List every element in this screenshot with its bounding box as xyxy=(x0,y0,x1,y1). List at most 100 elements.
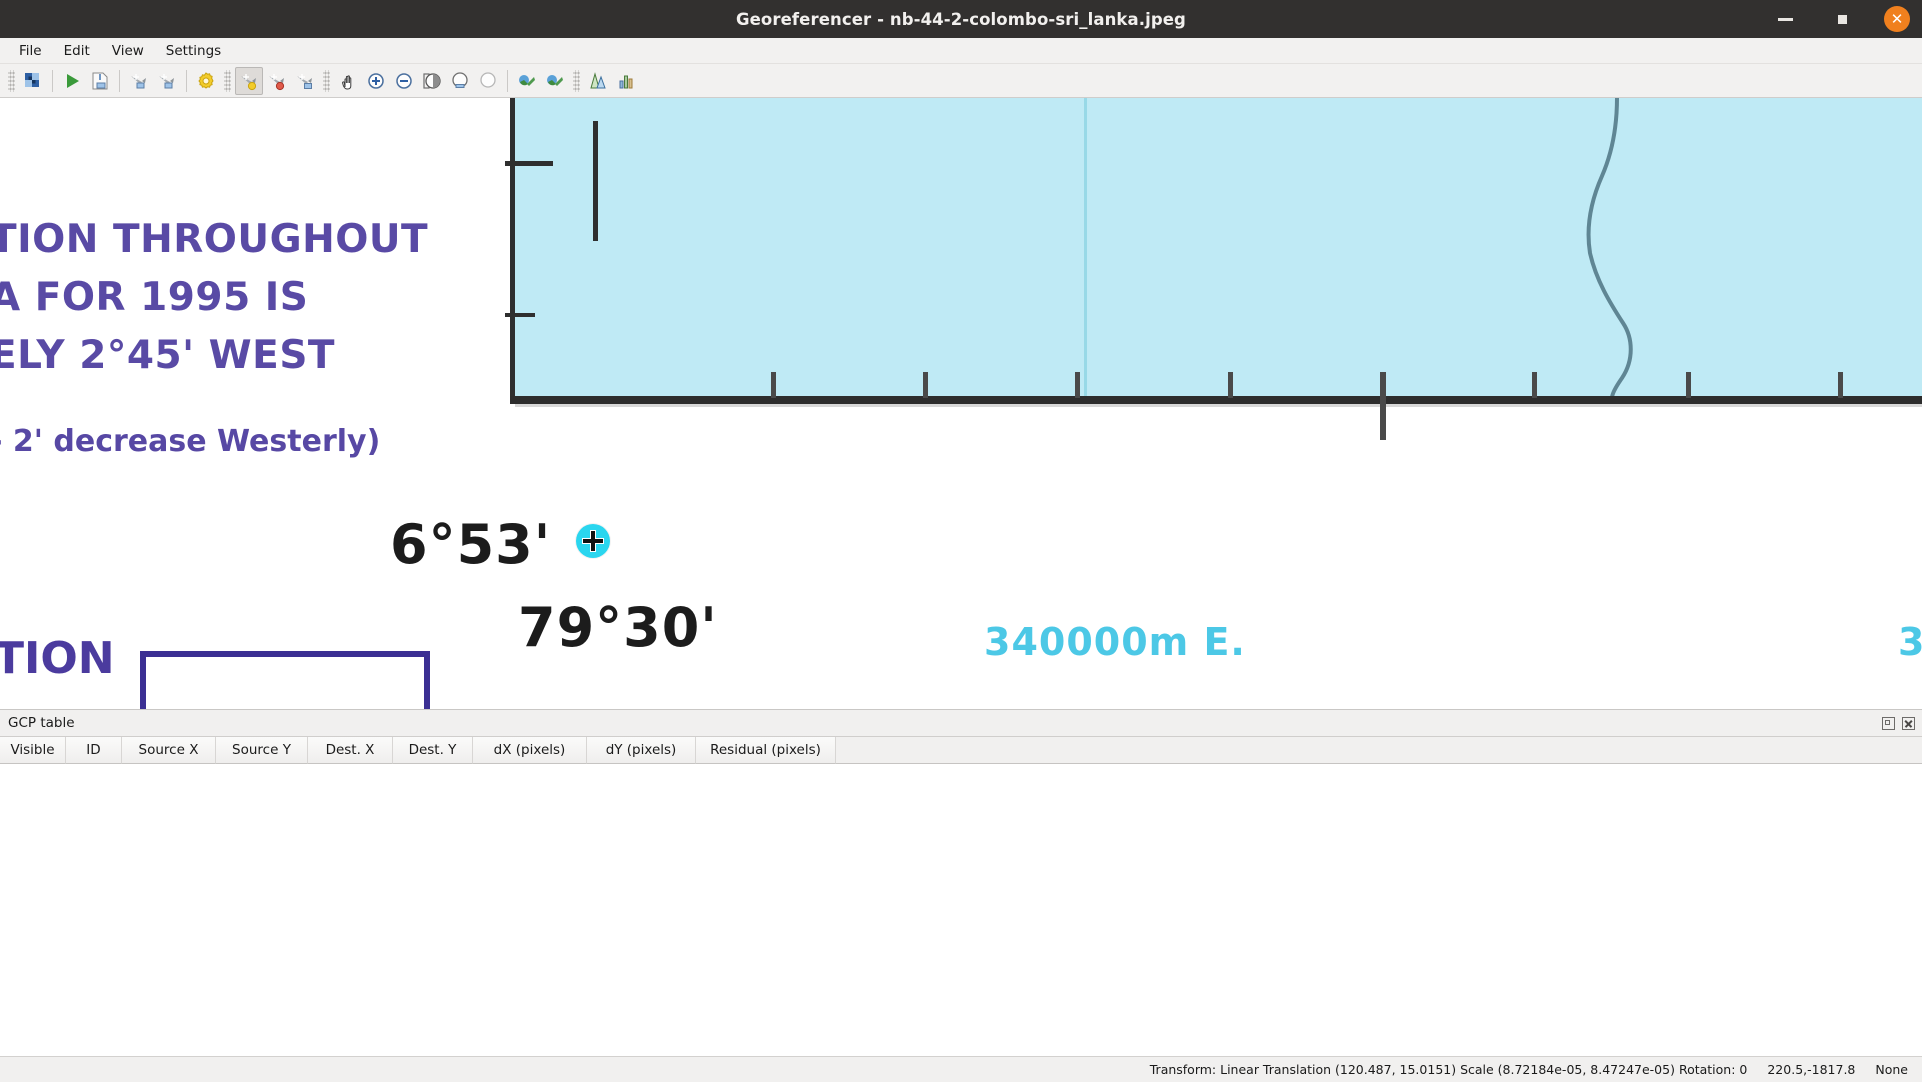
transformation-settings-icon xyxy=(196,71,216,91)
zoom-in-icon xyxy=(366,71,386,91)
pan-button[interactable] xyxy=(334,67,362,95)
link-georeferencer-to-qgis-button[interactable] xyxy=(513,67,541,95)
toolbar-grip[interactable] xyxy=(323,69,330,92)
zoom-last-icon xyxy=(450,71,470,91)
status-transform: Transform: Linear Translation (120.487, … xyxy=(1149,1062,1748,1077)
link-qgis-to-georeferencer-button[interactable] xyxy=(541,67,569,95)
zoom-in-button[interactable] xyxy=(362,67,390,95)
gcp-table-header-row: Visible ID Source X Source Y Dest. X Des… xyxy=(0,737,1922,764)
gcp-panel-header-buttons xyxy=(1882,716,1915,730)
graticule-tick-bottom-major xyxy=(1380,372,1386,440)
graticule-tick-bottom xyxy=(923,372,928,398)
caution-title: TION xyxy=(0,633,115,684)
start-georeferencing-icon xyxy=(62,71,82,91)
raster-map-image[interactable]: TION THROUGHOUT A FOR 1995 IS ELY 2°45' … xyxy=(0,98,1922,709)
utm-easting-label: 340000m E. xyxy=(984,620,1246,664)
gcp-column-source-x[interactable]: Source X xyxy=(122,737,216,764)
gcp-column-visible[interactable]: Visible xyxy=(0,737,66,764)
move-gcp-point-icon xyxy=(295,71,315,91)
status-coordinates: 220.5,-1817.8 xyxy=(1767,1062,1856,1077)
undock-icon[interactable] xyxy=(1882,716,1895,730)
graticule-tick-bottom xyxy=(1075,372,1080,398)
raster-histogram-button[interactable] xyxy=(584,67,612,95)
load-gcp-points-icon xyxy=(129,71,149,91)
gcp-table-panel: GCP table Visible ID Source X Source Y D… xyxy=(0,709,1922,1057)
toolbar-grip[interactable] xyxy=(573,69,580,92)
load-gcp-points-button[interactable] xyxy=(125,67,153,95)
toolbar xyxy=(0,64,1922,98)
toolbar-separator xyxy=(119,69,120,92)
transformation-settings-button[interactable] xyxy=(192,67,220,95)
gcp-table[interactable]: Visible ID Source X Source Y Dest. X Des… xyxy=(0,736,1922,1057)
toolbar-grip[interactable] xyxy=(8,69,15,92)
pan-icon xyxy=(338,71,358,91)
maximize-icon xyxy=(1837,14,1847,24)
title-bar: Georeferencer - nb-44-2-colombo-sri_lank… xyxy=(0,0,1922,38)
open-raster-button[interactable] xyxy=(19,67,47,95)
menu-bar: File Edit View Settings xyxy=(0,38,1922,64)
save-gcp-points-icon xyxy=(157,71,177,91)
close-panel-icon[interactable] xyxy=(1902,716,1915,730)
coastline-path xyxy=(1586,98,1633,398)
zoom-last-button[interactable] xyxy=(446,67,474,95)
raster-properties-button[interactable] xyxy=(612,67,640,95)
menu-file[interactable]: File xyxy=(8,40,53,62)
gcp-column-dest-x[interactable]: Dest. X xyxy=(308,737,393,764)
gcp-marker-crosshair-v xyxy=(591,531,595,551)
declination-note: - 2' decrease Westerly) xyxy=(0,424,381,459)
zoom-out-button[interactable] xyxy=(390,67,418,95)
delete-point-button[interactable] xyxy=(263,67,291,95)
window-title: Georeferencer - nb-44-2-colombo-sri_lank… xyxy=(736,9,1186,29)
toolbar-separator xyxy=(52,69,53,92)
status-crs[interactable]: None xyxy=(1865,1059,1918,1081)
save-gcp-points-button[interactable] xyxy=(153,67,181,95)
close-button[interactable]: ✕ xyxy=(1884,6,1910,32)
zoom-next-button[interactable] xyxy=(474,67,502,95)
graticule-tick-bottom xyxy=(1838,372,1843,398)
minimize-icon xyxy=(1777,17,1793,21)
generate-gdal-script-icon xyxy=(90,71,110,91)
gcp-panel-header: GCP table xyxy=(0,710,1922,736)
gcp-column-dx[interactable]: dX (pixels) xyxy=(473,737,587,764)
gcp-column-source-y[interactable]: Source Y xyxy=(216,737,308,764)
zoom-to-layer-button[interactable] xyxy=(418,67,446,95)
move-gcp-point-button[interactable] xyxy=(291,67,319,95)
generate-gdal-script-button[interactable] xyxy=(86,67,114,95)
gcp-column-dy[interactable]: dY (pixels) xyxy=(587,737,696,764)
window-controls: ✕ xyxy=(1770,4,1910,34)
add-point-button[interactable] xyxy=(235,66,263,95)
toolbar-separator xyxy=(507,69,508,92)
link-qgis-to-georeferencer-icon xyxy=(545,71,565,91)
georeferencer-canvas[interactable]: TION THROUGHOUT A FOR 1995 IS ELY 2°45' … xyxy=(0,98,1922,709)
gcp-column-filler xyxy=(836,737,1922,764)
declination-line-2: A FOR 1995 IS xyxy=(0,275,309,320)
minimize-button[interactable] xyxy=(1770,4,1800,34)
add-point-icon xyxy=(239,71,259,91)
georeferencer-window: Georeferencer - nb-44-2-colombo-sri_lank… xyxy=(0,0,1922,1082)
menu-edit[interactable]: Edit xyxy=(53,40,101,62)
utm-gridline-vertical xyxy=(1084,98,1087,396)
gcp-column-residual[interactable]: Residual (pixels) xyxy=(696,737,836,764)
latitude-label: 6°53' xyxy=(390,513,552,576)
maximize-button[interactable] xyxy=(1827,4,1857,34)
menu-view[interactable]: View xyxy=(101,40,155,62)
start-georeferencing-button[interactable] xyxy=(58,67,86,95)
graticule-tick-left-minor xyxy=(505,313,535,317)
delete-point-icon xyxy=(267,71,287,91)
declination-line-1: TION THROUGHOUT xyxy=(0,217,429,262)
toolbar-grip[interactable] xyxy=(224,69,231,92)
graticule-tick-bottom xyxy=(771,372,776,398)
gcp-table-body[interactable] xyxy=(0,764,1922,1057)
status-bar: Transform: Linear Translation (120.487, … xyxy=(0,1056,1922,1082)
graticule-tick-bottom xyxy=(1686,372,1691,398)
raster-histogram-icon xyxy=(588,71,608,91)
gcp-column-id[interactable]: ID xyxy=(66,737,122,764)
caution-box xyxy=(140,651,430,709)
open-raster-icon xyxy=(23,71,43,91)
zoom-out-icon xyxy=(394,71,414,91)
toolbar-separator xyxy=(186,69,187,92)
graticule-tick-left-major xyxy=(505,161,553,166)
gcp-column-dest-y[interactable]: Dest. Y xyxy=(393,737,473,764)
gcp-point-marker[interactable] xyxy=(576,524,610,558)
menu-settings[interactable]: Settings xyxy=(155,40,232,62)
